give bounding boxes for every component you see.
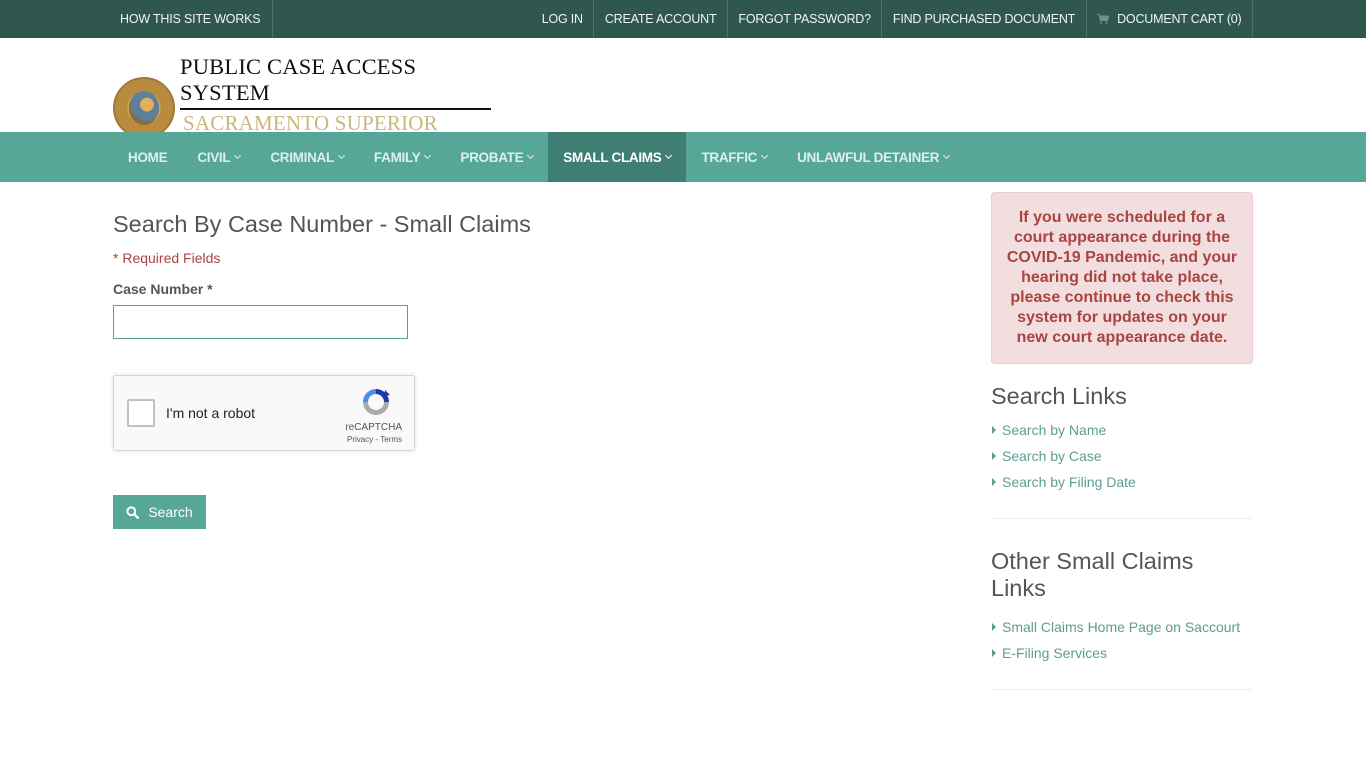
nav-home-label: HOME	[128, 149, 168, 165]
document-cart-label: DOCUMENT CART (0)	[1117, 12, 1242, 26]
nav-civil[interactable]: CIVIL	[182, 132, 255, 182]
small-claims-home-page-link[interactable]: Small Claims Home Page on Saccourt	[991, 614, 1240, 640]
caret-right-icon	[992, 649, 996, 657]
search-button[interactable]: Search	[113, 495, 206, 529]
search-button-label: Search	[148, 504, 193, 520]
nav-family-label: FAMILY	[373, 149, 421, 165]
other-small-claims-links-heading: Other Small Claims Links	[991, 548, 1194, 601]
search-links-list: Search by Name Search by Case Search by …	[991, 417, 1136, 495]
caret-right-icon	[992, 623, 996, 631]
court-seal-icon	[113, 76, 175, 139]
nav-probate[interactable]: PROBATE	[445, 132, 548, 182]
chevron-down-icon	[424, 151, 432, 159]
sidebar-divider	[991, 689, 1253, 690]
document-cart-link[interactable]: DOCUMENT CART (0)	[1087, 0, 1253, 38]
nav-probate-label: PROBATE	[460, 149, 524, 165]
nav-small-claims[interactable]: SMALL CLAIMS	[548, 132, 687, 182]
nav-criminal[interactable]: CRIMINAL	[255, 132, 359, 182]
nav-family[interactable]: FAMILY	[359, 132, 445, 182]
search-by-name-link[interactable]: Search by Name	[991, 417, 1136, 443]
search-icon	[126, 505, 140, 519]
log-in-link[interactable]: LOG IN	[531, 0, 595, 38]
site-header: PUBLIC CASE ACCESS SYSTEM SACRAMENTO SUP…	[0, 38, 1366, 160]
chevron-down-icon	[943, 151, 951, 159]
nav-unlawful-detainer-label: UNLAWFUL DETAINER	[797, 149, 940, 165]
nav-traffic-label: TRAFFIC	[701, 149, 758, 165]
case-number-label: Case Number *	[113, 281, 213, 297]
recaptcha-checkbox[interactable]	[127, 399, 155, 427]
nav-unlawful-detainer[interactable]: UNLAWFUL DETAINER	[782, 132, 964, 182]
nav-small-claims-label: SMALL CLAIMS	[563, 149, 662, 165]
how-this-site-works-link[interactable]: HOW THIS SITE WORKS	[108, 0, 274, 38]
nav-home[interactable]: HOME	[113, 132, 182, 182]
nav-civil-label: CIVIL	[197, 149, 231, 165]
caret-right-icon	[992, 478, 996, 486]
top-utility-bar: HOW THIS SITE WORKS LOG IN CREATE ACCOUN…	[0, 0, 1366, 38]
find-purchased-document-link[interactable]: FIND PURCHASED DOCUMENT	[882, 0, 1087, 38]
search-by-name-label: Search by Name	[1002, 422, 1107, 438]
main-navigation: HOME CIVIL CRIMINAL FAMILY PROBATE SMALL…	[0, 132, 1366, 182]
nav-traffic[interactable]: TRAFFIC	[686, 132, 782, 182]
recaptcha-brand: reCAPTCHA	[345, 422, 402, 433]
recaptcha-privacy-terms-links[interactable]: Privacy - Terms	[347, 435, 402, 444]
search-by-filing-date-label: Search by Filing Date	[1002, 474, 1136, 490]
shopping-cart-icon	[1097, 14, 1110, 24]
other-links-list: Small Claims Home Page on Saccourt E-Fil…	[991, 614, 1240, 666]
forgot-password-link[interactable]: FORGOT PASSWORD?	[728, 0, 883, 38]
chevron-down-icon	[234, 151, 242, 159]
search-by-filing-date-link[interactable]: Search by Filing Date	[991, 469, 1136, 495]
search-links-heading: Search Links	[991, 383, 1127, 409]
e-filing-services-link[interactable]: E-Filing Services	[991, 640, 1240, 666]
chevron-down-icon	[665, 151, 673, 159]
search-by-case-label: Search by Case	[1002, 448, 1102, 464]
search-by-case-link[interactable]: Search by Case	[991, 443, 1136, 469]
case-number-input[interactable]	[113, 305, 408, 339]
chevron-down-icon	[527, 151, 535, 159]
chevron-down-icon	[761, 151, 769, 159]
small-claims-home-page-label: Small Claims Home Page on Saccourt	[1002, 619, 1241, 635]
chevron-down-icon	[337, 151, 345, 159]
e-filing-services-label: E-Filing Services	[1002, 645, 1108, 661]
recaptcha-label: I'm not a robot	[166, 405, 256, 421]
create-account-link[interactable]: CREATE ACCOUNT	[594, 0, 728, 38]
sidebar-divider	[991, 518, 1253, 519]
caret-right-icon	[992, 452, 996, 460]
nav-criminal-label: CRIMINAL	[270, 149, 334, 165]
covid-alert: If you were scheduled for a court appear…	[991, 192, 1253, 364]
page-title: Search By Case Number - Small Claims	[113, 211, 531, 237]
recaptcha-widget: I'm not a robot reCAPTCHA Privacy - Term…	[113, 375, 415, 451]
required-fields-note: * Required Fields	[113, 250, 221, 266]
recaptcha-logo-icon	[363, 389, 390, 415]
logo-title: PUBLIC CASE ACCESS SYSTEM	[180, 54, 491, 110]
caret-right-icon	[992, 426, 996, 434]
